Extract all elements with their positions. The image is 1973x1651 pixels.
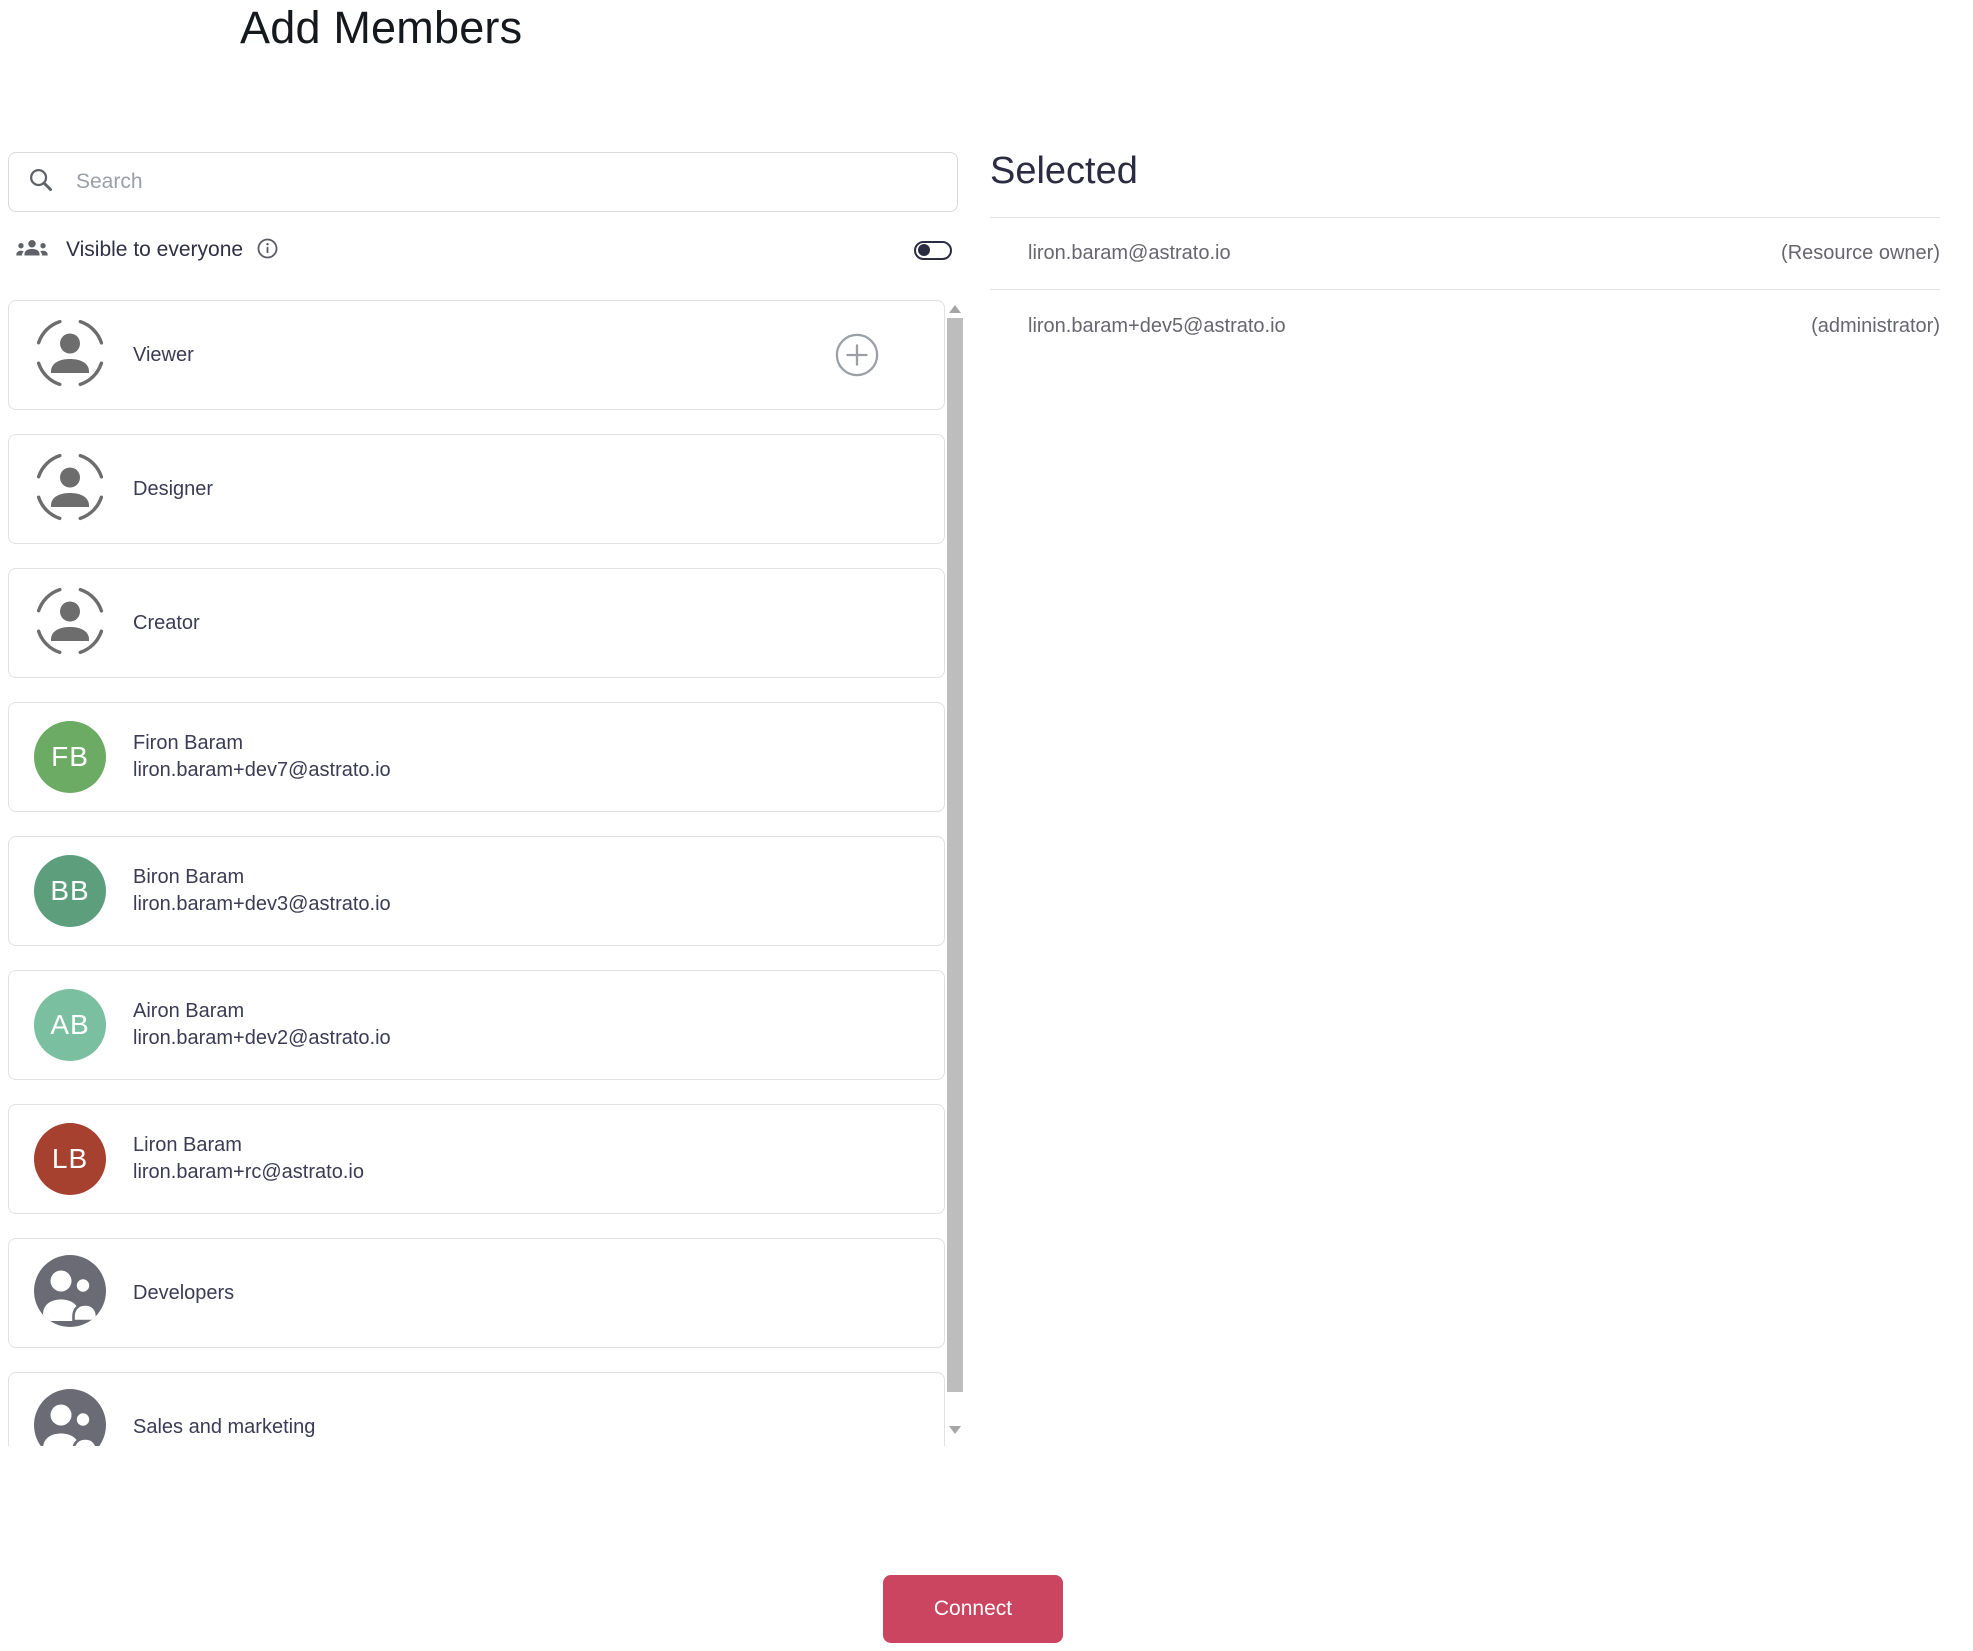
selected-role: (administrator) (1811, 314, 1940, 337)
avatar: AB (34, 989, 106, 1061)
group-avatar-icon (34, 1388, 106, 1446)
user-email: liron.baram+dev3@astrato.io (133, 893, 391, 915)
user-name: Airon Baram (133, 1000, 245, 1022)
scrollbar-thumb[interactable] (947, 318, 963, 1392)
user-name: Liron Baram (133, 1134, 242, 1156)
visibility-toggle[interactable] (914, 240, 952, 260)
list-item-user[interactable]: LB Liron Baram liron.baram+rc@astrato.io (8, 1104, 945, 1214)
avatar: FB (34, 721, 106, 793)
role-person-icon (34, 317, 106, 394)
role-person-icon (34, 585, 106, 662)
page-title: Add Members (240, 2, 523, 53)
scrollbar-down-arrow-icon[interactable] (949, 1426, 961, 1434)
avatar: LB (34, 1123, 106, 1195)
selected-email: liron.baram+dev5@astrato.io (1028, 314, 1286, 337)
selected-email: liron.baram@astrato.io (1028, 242, 1231, 264)
selected-panel: Selected liron.baram@astrato.io (Resourc… (990, 150, 1940, 362)
list-item-user[interactable]: AB Airon Baram liron.baram+dev2@astrato.… (8, 970, 945, 1080)
add-viewer-button[interactable] (834, 332, 880, 378)
selected-row[interactable]: liron.baram@astrato.io (Resource owner) (990, 218, 1940, 290)
list-item-user[interactable]: BB Biron Baram liron.baram+dev3@astrato.… (8, 836, 945, 946)
user-email: liron.baram+rc@astrato.io (133, 1161, 364, 1183)
list-item-user[interactable]: FB Firon Baram liron.baram+dev7@astrato.… (8, 702, 945, 812)
list-scrollbar[interactable] (946, 300, 964, 1446)
people-icon (16, 237, 48, 264)
role-label: Designer (133, 477, 214, 500)
visibility-row: Visible to everyone (8, 231, 958, 269)
scrollbar-up-arrow-icon[interactable] (949, 305, 961, 313)
visibility-label: Visible to everyone (66, 238, 244, 261)
list-item-role-designer[interactable]: Designer (8, 434, 945, 544)
role-label: Creator (133, 611, 200, 634)
toggle-knob (918, 244, 930, 256)
user-email: liron.baram+dev7@astrato.io (133, 759, 391, 781)
connect-button[interactable]: Connect (883, 1575, 1063, 1643)
list-item-role-creator[interactable]: Creator (8, 568, 945, 678)
group-avatar-icon (34, 1254, 106, 1332)
role-label: Viewer (133, 343, 194, 366)
selected-list: liron.baram@astrato.io (Resource owner) … (990, 217, 1940, 362)
selected-role: (Resource owner) (1781, 242, 1940, 264)
selected-row[interactable]: liron.baram+dev5@astrato.io (administrat… (990, 290, 1940, 362)
members-list: Viewer Designer Creator FB Firon Baram l… (8, 300, 964, 1446)
group-label: Developers (133, 1281, 235, 1304)
search-box[interactable] (8, 152, 958, 212)
search-icon (27, 166, 54, 198)
list-item-role-viewer[interactable]: Viewer (8, 300, 945, 410)
info-icon[interactable] (257, 238, 278, 264)
list-item-group-developers[interactable]: Developers (8, 1238, 945, 1348)
role-person-icon (34, 451, 106, 528)
add-members-dialog: Add Members Visible to everyone (0, 0, 1973, 1651)
search-input[interactable] (76, 170, 939, 194)
user-email: liron.baram+dev2@astrato.io (133, 1027, 391, 1049)
user-name: Biron Baram (133, 866, 245, 888)
avatar: BB (34, 855, 106, 927)
selected-title: Selected (990, 150, 1138, 192)
user-name: Firon Baram (133, 732, 244, 754)
group-label: Sales and marketing (133, 1415, 316, 1438)
list-item-group-sales[interactable]: Sales and marketing (8, 1372, 945, 1446)
